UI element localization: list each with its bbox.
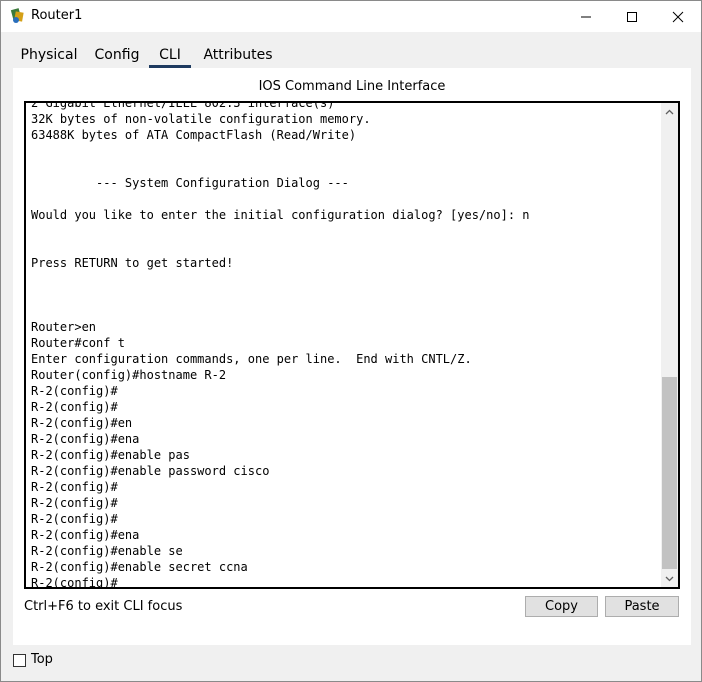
tab-physical[interactable]: Physical	[13, 41, 85, 69]
maximize-button[interactable]	[609, 1, 655, 32]
top-checkbox-label: Top	[31, 652, 53, 667]
title-bar[interactable]: Router1	[1, 1, 701, 32]
router-window: Router1 Physical Config CLI Attributes I…	[0, 0, 702, 682]
minimize-icon	[581, 16, 591, 17]
chevron-up-icon	[665, 109, 674, 114]
scroll-down-button[interactable]	[661, 570, 678, 587]
scroll-up-button[interactable]	[661, 103, 678, 120]
minimize-button[interactable]	[563, 1, 609, 32]
cli-focus-hint: Ctrl+F6 to exit CLI focus	[24, 599, 183, 614]
window-title: Router1	[31, 8, 83, 23]
maximize-icon	[627, 11, 637, 22]
packet-tracer-router-icon	[10, 8, 26, 24]
chevron-down-icon	[665, 576, 674, 581]
copy-button[interactable]: Copy	[525, 596, 598, 617]
paste-button[interactable]: Paste	[605, 596, 679, 617]
cli-scrollbar[interactable]	[661, 103, 678, 587]
close-button[interactable]	[655, 1, 701, 32]
scroll-thumb[interactable]	[662, 377, 677, 569]
cli-output[interactable]: 2 Gigabit Ethernet/IEEE 802.3 interface(…	[31, 103, 661, 587]
tab-config[interactable]: Config	[87, 41, 147, 69]
tab-cli[interactable]: CLI	[149, 41, 191, 69]
cli-console[interactable]: 2 Gigabit Ethernet/IEEE 802.3 interface(…	[24, 101, 680, 589]
panel-title: IOS Command Line Interface	[258, 79, 446, 94]
top-checkbox[interactable]	[13, 654, 26, 667]
close-icon	[672, 11, 684, 22]
tab-attributes[interactable]: Attributes	[197, 41, 279, 69]
